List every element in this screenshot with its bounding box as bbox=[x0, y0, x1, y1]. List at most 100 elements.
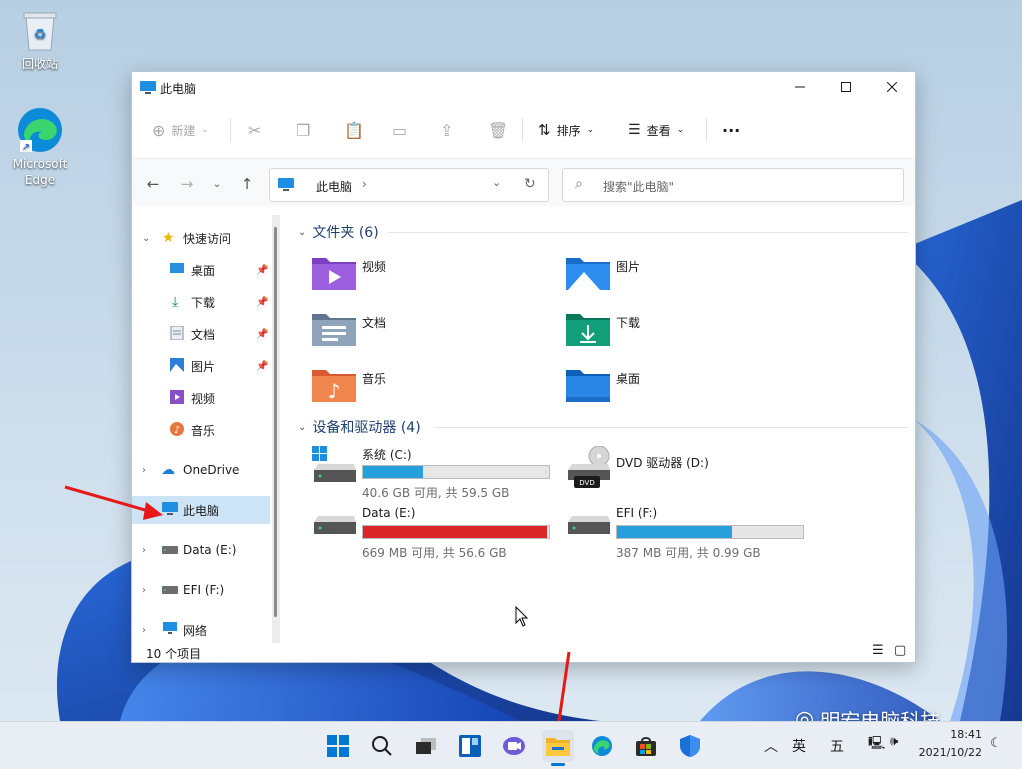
network-icon[interactable]: 🖳 bbox=[868, 734, 885, 756]
drive-f[interactable]: EFI (F:) 387 MB 可用, 共 0.99 GB bbox=[566, 506, 816, 562]
drive-info: 387 MB 可用, 共 0.99 GB bbox=[616, 546, 761, 560]
search-input[interactable]: ⌕ 搜索"此电脑" bbox=[562, 168, 904, 202]
nav-item-desktop[interactable]: 桌面 📌 bbox=[132, 256, 270, 284]
download-folder-icon bbox=[566, 314, 610, 346]
nav-efi-f[interactable]: › EFI (F:) bbox=[132, 576, 270, 604]
folders-group-header[interactable]: ⌄ 文件夹 (6) bbox=[298, 222, 379, 242]
start-button[interactable] bbox=[322, 730, 354, 762]
folder-pictures[interactable]: 图片 bbox=[566, 254, 806, 298]
folder-videos[interactable]: 视频 bbox=[312, 254, 552, 298]
cut-button[interactable]: ✂ bbox=[248, 108, 261, 152]
drive-c[interactable]: 系统 (C:) 40.6 GB 可用, 共 59.5 GB bbox=[312, 446, 562, 502]
back-button[interactable]: ← bbox=[142, 173, 164, 195]
view-button[interactable]: ☰ 查看 ⌄ bbox=[628, 108, 684, 152]
store-button[interactable] bbox=[630, 730, 662, 762]
nav-item-pictures[interactable]: 图片 📌 bbox=[132, 352, 270, 380]
this-pc-icon bbox=[278, 178, 294, 191]
recent-locations-button[interactable]: ⌄ bbox=[206, 173, 228, 195]
sort-button[interactable]: ⇅ 排序 ⌄ bbox=[538, 108, 594, 152]
forward-button[interactable]: → bbox=[176, 173, 198, 195]
shield-icon bbox=[680, 735, 700, 757]
picture-folder-icon bbox=[566, 258, 610, 290]
rename-button[interactable]: ▭ bbox=[392, 108, 407, 152]
video-icon bbox=[170, 389, 184, 407]
focus-assist-icon[interactable]: ☾ bbox=[990, 736, 1002, 751]
title-bar[interactable]: 此电脑 bbox=[132, 72, 915, 102]
chevron-down-icon: ⌄ bbox=[142, 232, 151, 244]
refresh-button[interactable]: ↻ bbox=[524, 176, 536, 192]
share-button[interactable]: ⇪ bbox=[440, 108, 453, 152]
folder-name: 文档 bbox=[362, 316, 387, 330]
folder-music[interactable]: ♪ 音乐 bbox=[312, 366, 552, 410]
close-button[interactable] bbox=[869, 72, 915, 102]
nav-item-documents[interactable]: 文档 📌 bbox=[132, 320, 270, 348]
edge-button[interactable] bbox=[586, 730, 618, 762]
minimize-icon bbox=[795, 86, 805, 88]
file-explorer-button[interactable] bbox=[542, 730, 574, 766]
maximize-button[interactable] bbox=[823, 72, 869, 102]
trash-icon: 🗑 bbox=[488, 120, 509, 140]
search-button[interactable] bbox=[366, 730, 398, 762]
chevron-down-icon: ⌄ bbox=[201, 125, 209, 135]
delete-button[interactable]: 🗑 bbox=[488, 108, 508, 152]
folders-group-title: 文件夹 (6) bbox=[312, 225, 379, 241]
nav-scrollbar[interactable] bbox=[272, 215, 280, 643]
document-folder-icon bbox=[312, 314, 356, 346]
volume-icon[interactable]: 🕪 bbox=[890, 734, 898, 749]
minimize-button[interactable] bbox=[777, 72, 823, 102]
file-explorer-window: 此电脑 ⊕ 新建 ⌄ ✂ ❐ 📋 ▭ ⇪ 🗑 ⇅ 排序 ⌄ ☰ 查看 ⌄ ···… bbox=[131, 71, 916, 663]
details-view-button[interactable]: ☰ bbox=[872, 643, 884, 658]
folder-documents[interactable]: 文档 bbox=[312, 310, 552, 354]
more-button[interactable]: ··· bbox=[722, 108, 740, 152]
nav-item-downloads[interactable]: ⤓ 下载 📌 bbox=[132, 288, 270, 316]
tray-overflow-button[interactable]: ︿ bbox=[764, 736, 778, 756]
navigation-pane: ⌄ ★ 快速访问 桌面 📌 ⤓ 下载 📌 文档 📌 图片 📌 视频 ♪ 音乐 ›… bbox=[132, 206, 284, 643]
edge-label: Microsoft Edge bbox=[12, 157, 68, 187]
recycle-bin-shortcut[interactable]: ♻ 回收站 bbox=[10, 10, 70, 72]
rename-icon: ▭ bbox=[392, 120, 408, 140]
nav-item-videos[interactable]: 视频 bbox=[132, 384, 270, 412]
nav-data-e[interactable]: › Data (E:) bbox=[132, 536, 270, 564]
edge-shortcut[interactable]: ↗ Microsoft Edge bbox=[10, 106, 70, 188]
drive-d[interactable]: DVD DVD 驱动器 (D:) bbox=[566, 446, 816, 502]
scroll-thumb[interactable] bbox=[274, 227, 277, 617]
chevron-down-icon: ⌄ bbox=[676, 125, 685, 135]
arrow-right-icon: → bbox=[180, 175, 194, 193]
drive-usage-fill bbox=[363, 466, 423, 478]
search-icon: ⌕ bbox=[575, 176, 583, 192]
download-icon: ⤓ bbox=[172, 294, 179, 310]
mouse-cursor-icon bbox=[515, 606, 529, 627]
drive-icon bbox=[162, 583, 178, 597]
task-view-button[interactable] bbox=[410, 730, 442, 762]
nav-network[interactable]: › 网络 bbox=[132, 616, 270, 644]
video-folder-icon bbox=[312, 258, 356, 290]
chat-button[interactable] bbox=[498, 730, 530, 762]
security-button[interactable] bbox=[674, 730, 706, 762]
address-dropdown-button[interactable]: ⌄ bbox=[492, 176, 501, 189]
new-button[interactable]: ⊕ 新建 ⌄ bbox=[152, 108, 209, 152]
group-divider bbox=[434, 427, 908, 428]
clock[interactable]: 18:41 2021/10/22 bbox=[919, 726, 982, 762]
maximize-icon bbox=[841, 82, 851, 92]
input-method-indicator[interactable]: 五 bbox=[830, 736, 844, 756]
nav-item-music[interactable]: ♪ 音乐 bbox=[132, 416, 270, 444]
tiles-view-button[interactable]: ▢ bbox=[894, 643, 906, 658]
chevron-right-icon: › bbox=[142, 544, 146, 556]
nav-quick-access[interactable]: ⌄ ★ 快速访问 bbox=[132, 224, 270, 252]
drives-group-header[interactable]: ⌄ 设备和驱动器 (4) bbox=[298, 417, 421, 437]
drive-e[interactable]: Data (E:) 669 MB 可用, 共 56.6 GB bbox=[312, 506, 562, 562]
input-language-indicator[interactable]: 英 bbox=[792, 736, 806, 756]
up-button[interactable]: ↑ bbox=[236, 173, 258, 195]
svg-text:♻: ♻ bbox=[34, 27, 47, 43]
copy-button[interactable]: ❐ bbox=[296, 108, 310, 152]
address-bar[interactable]: 此电脑 › ⌄ ↻ bbox=[269, 168, 549, 202]
folder-downloads[interactable]: 下载 bbox=[566, 310, 806, 354]
separator bbox=[522, 118, 523, 142]
paste-button[interactable]: 📋 bbox=[344, 108, 364, 152]
folder-desktop[interactable]: 桌面 bbox=[566, 366, 806, 410]
drive-usage-bar bbox=[362, 465, 550, 479]
chevron-down-icon: ⌄ bbox=[298, 421, 307, 433]
paste-icon: 📋 bbox=[344, 120, 364, 140]
nav-onedrive[interactable]: › ☁ OneDrive bbox=[132, 456, 270, 484]
widgets-button[interactable] bbox=[454, 730, 486, 762]
